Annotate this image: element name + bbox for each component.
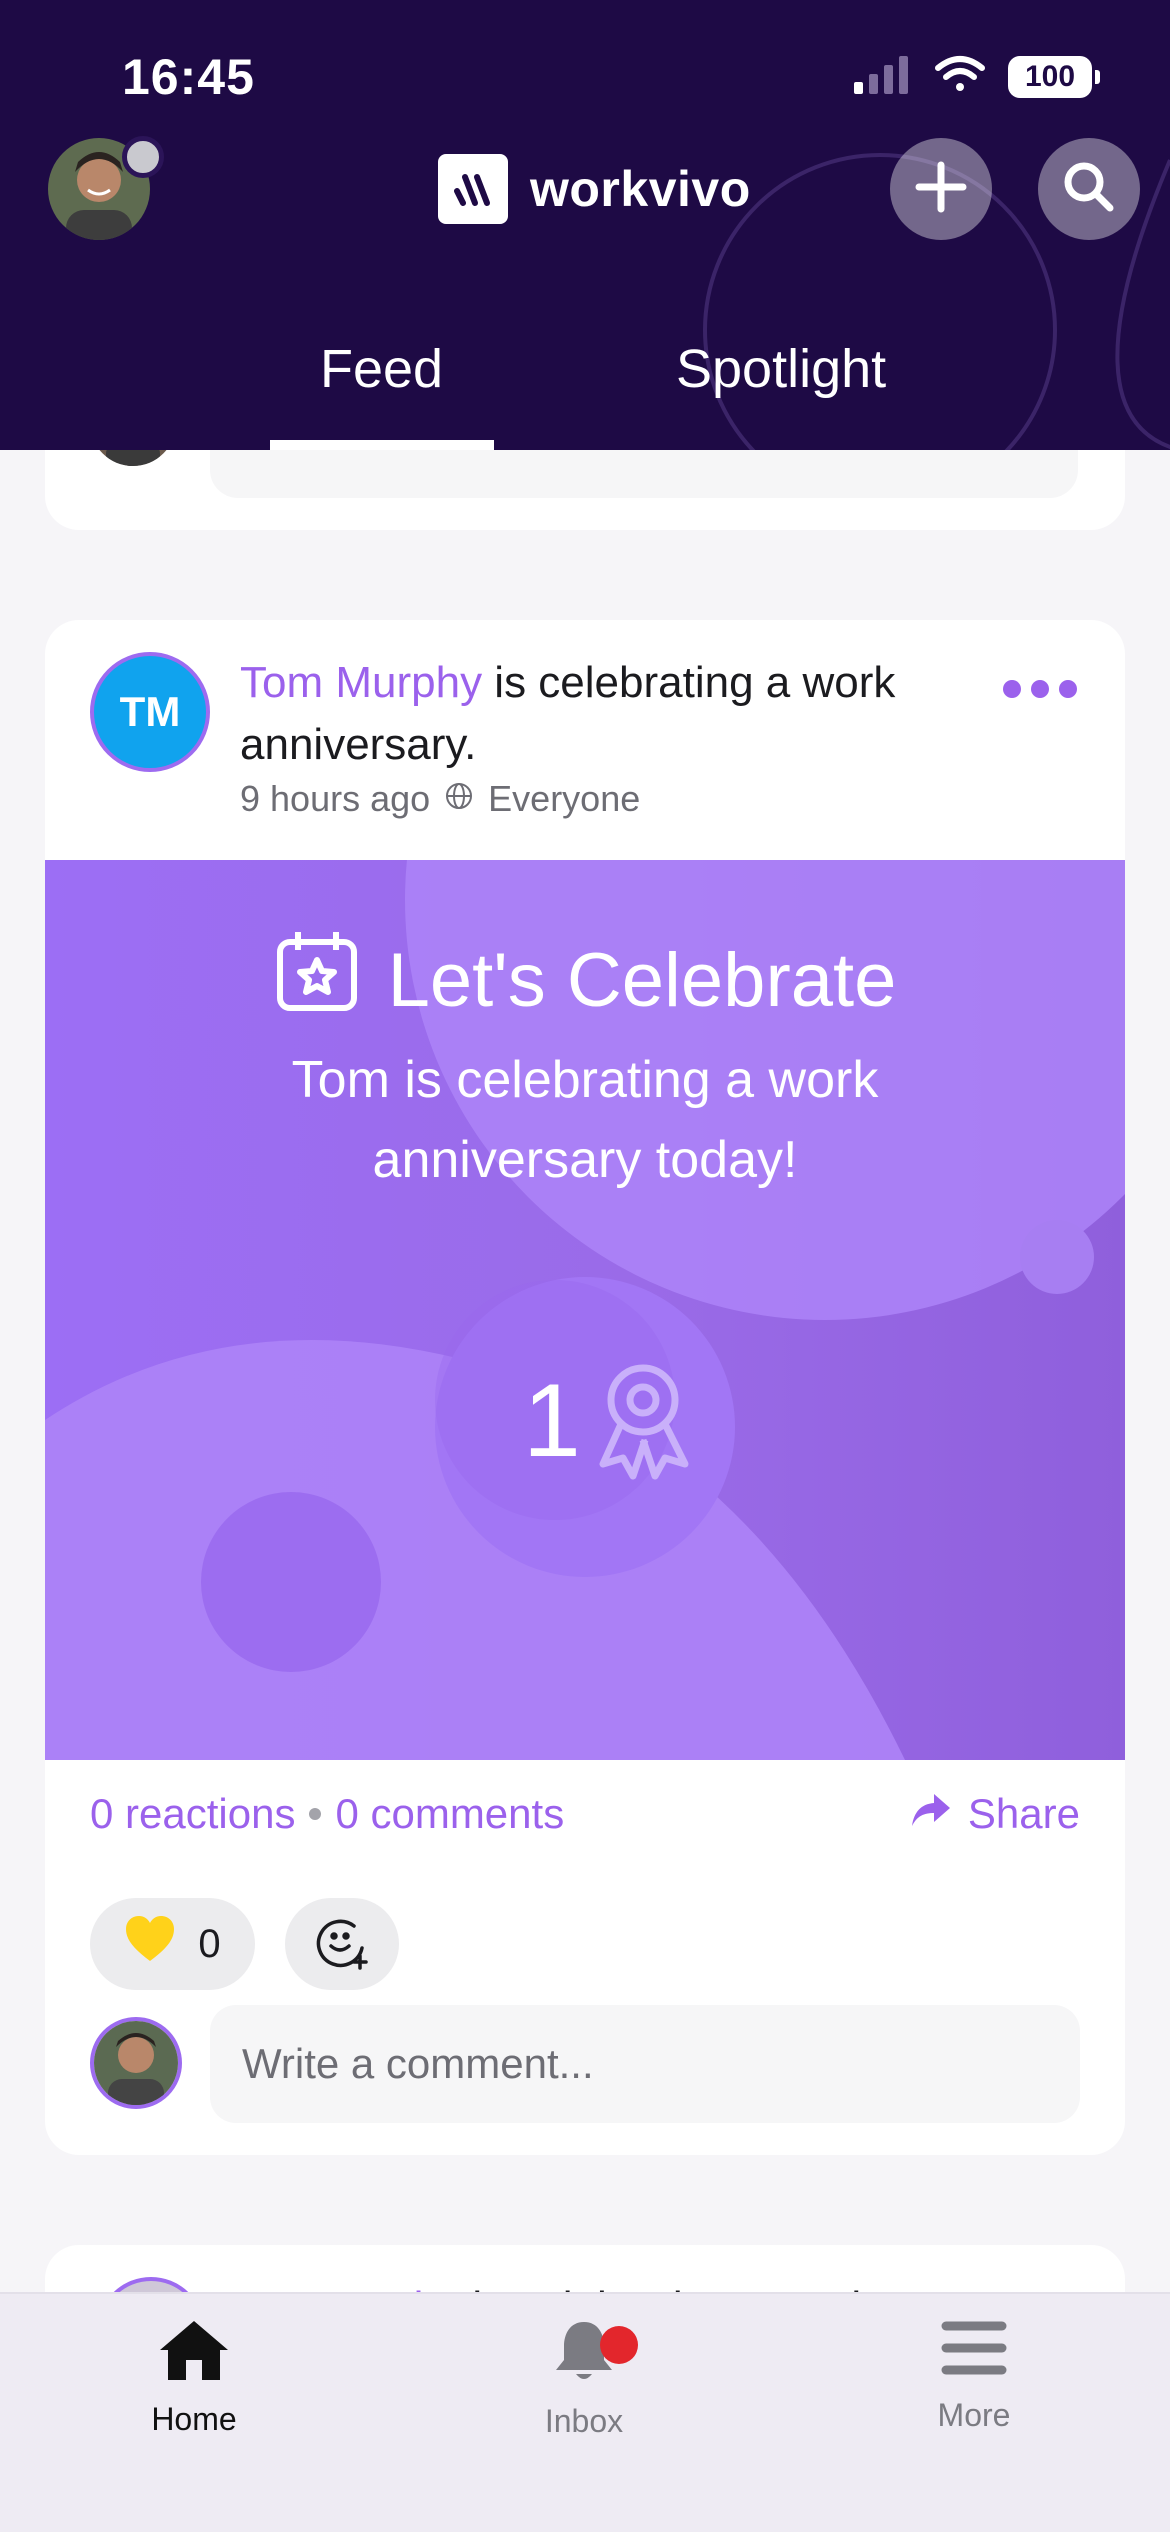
separator-dot [309,1808,322,1820]
bottom-navigation: Home Inbox More [0,2292,1170,2532]
heart-count: 0 [198,1921,221,1966]
search-button[interactable] [1038,138,1140,240]
heart-reaction-button[interactable]: 0 [90,1898,255,1990]
share-arrow-icon [910,1790,952,1838]
anniversary-years: 1 [523,1363,581,1479]
create-post-button[interactable] [890,138,992,240]
add-emoji-icon [314,1914,370,1975]
post-headline: Tom Murphy is celebrating a work anniver… [240,652,940,776]
author-name-link[interactable]: Tom Murphy [240,658,482,707]
status-icons: 100 [854,54,1100,99]
calendar-star-icon [274,928,360,1032]
yellow-heart-icon [124,1915,176,1973]
celebration-banner: Let's Celebrate Tom is celebrating a wor… [45,860,1125,1760]
comment-input[interactable] [210,2005,1080,2123]
nav-more[interactable]: More [864,2318,1084,2434]
status-time: 16:45 [122,49,255,105]
share-button[interactable]: Share [910,1790,1080,1838]
menu-icon [940,2318,1008,2383]
banner-title: Let's Celebrate [45,928,1125,1032]
notification-badge [600,2326,638,2364]
tab-spotlight[interactable]: Spotlight [676,338,886,400]
comments-count-link[interactable]: 0 comments [335,1790,564,1838]
globe-icon [444,778,474,820]
active-tab-indicator [270,440,494,450]
award-ribbon-icon [593,1358,703,1493]
post-meta: 9 hours ago Everyone [240,778,640,820]
home-icon [158,2318,230,2387]
tab-feed[interactable]: Feed [320,338,443,400]
brand-name: workvivo [530,161,751,217]
wifi-icon [934,54,986,99]
banner-subtitle: Tom is celebrating a work anniversary to… [291,1051,879,1189]
battery-indicator: 100 [1008,55,1100,98]
banner-title-text: Let's Celebrate [387,937,897,1023]
comment-user-avatar [90,2017,182,2109]
nav-home-label: Home [151,2401,237,2437]
nav-home[interactable]: Home [84,2318,304,2438]
app-header: 16:45 100 workvivo Feed Spotlight [0,0,1170,450]
post-time: 9 hours ago [240,778,431,819]
add-reaction-button[interactable] [285,1898,399,1990]
nav-more-label: More [937,2397,1011,2433]
search-icon [1062,160,1116,219]
share-label: Share [967,1790,1080,1837]
plus-icon [915,161,967,218]
author-avatar[interactable]: TM [90,652,210,772]
post-card: TM Tom Murphy is celebrating a work anni… [45,620,1125,2155]
presence-status-dot [122,136,164,178]
post-audience: Everyone [488,778,641,819]
post-stats: 0 reactions 0 comments [90,1790,564,1838]
nav-inbox-label: Inbox [544,2403,624,2439]
nav-inbox[interactable]: Inbox [474,2318,694,2440]
signal-icon [854,54,912,99]
workvivo-logo-icon [438,154,508,224]
brand: workvivo [438,154,751,224]
post-options-button[interactable] [1003,680,1077,698]
reactions-count-link[interactable]: 0 reactions [90,1790,295,1838]
